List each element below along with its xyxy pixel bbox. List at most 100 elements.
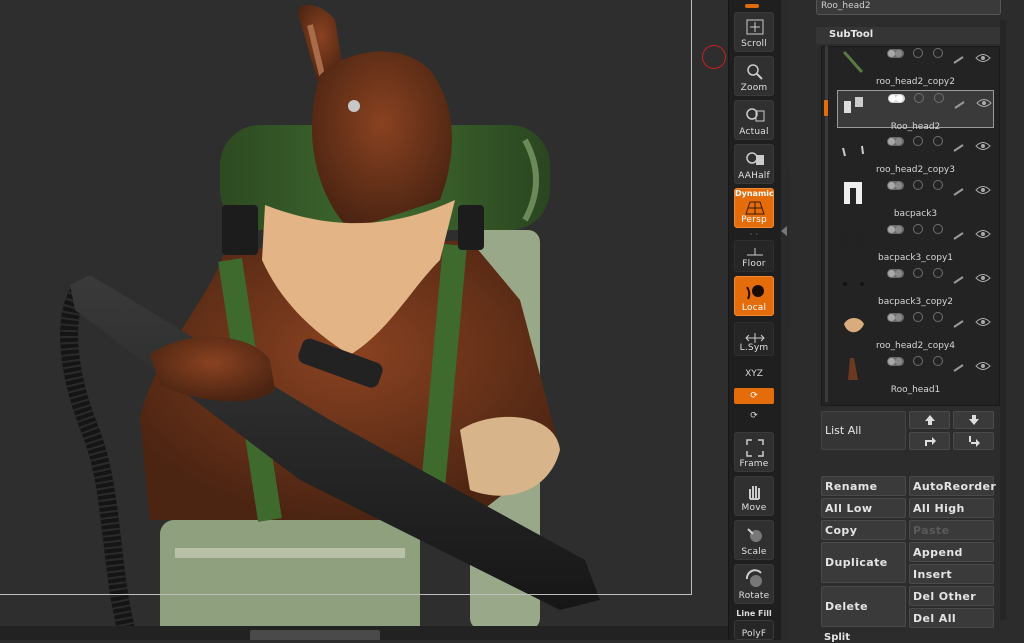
frame-button[interactable]: Frame [734,432,774,472]
all-low-label: All Low [825,502,873,515]
scroll-button[interactable]: Scroll [734,12,774,52]
subtool-ring-icon[interactable] [913,48,923,58]
local-button[interactable]: Local [734,276,774,316]
subtool-ring-icon[interactable] [913,356,923,366]
copy-button[interactable]: Copy [821,520,906,540]
eye-icon[interactable] [975,136,991,150]
paste-button[interactable]: Paste [909,520,994,540]
subtool-ring-icon[interactable] [914,93,924,103]
shelf-collapse-arrow-icon[interactable] [781,226,787,236]
subtool-item[interactable]: bacpack3_copy2 [837,266,994,307]
subtool-toggle-icon[interactable] [887,269,904,278]
del-other-button[interactable]: Del Other [909,586,994,606]
bottom-tab-handle[interactable] [250,630,380,640]
subtool-item[interactable]: roo_head2_copy2 [837,46,994,87]
del-all-button[interactable]: Del All [909,608,994,628]
arrow-turn-up-icon [925,437,936,446]
all-low-button[interactable]: All Low [821,498,906,518]
split-section-header[interactable]: Split [824,632,850,643]
subtool-item[interactable]: roo_head2_copy3 [837,134,994,175]
brush-icon[interactable] [953,357,965,372]
move-to-bottom-button[interactable] [953,432,994,450]
palette-scrollbar[interactable] [1000,20,1006,620]
subtool-dynamic-icon[interactable] [933,312,943,322]
polyf-button[interactable]: PolyF [734,620,774,640]
move-label: Move [741,503,767,513]
arrow-down-icon [969,415,979,425]
persp-button[interactable]: Dynamic Persp [734,188,774,228]
eye-icon[interactable] [975,356,991,370]
scale-button[interactable]: Scale [734,520,774,560]
brush-icon[interactable] [953,137,965,152]
canvas-viewport[interactable] [0,0,728,640]
eye-icon[interactable] [975,224,991,238]
insert-label: Insert [913,568,953,581]
subtool-controls [887,312,993,328]
subtool-toggle-icon[interactable] [887,313,904,322]
subtool-toggle-icon[interactable] [887,137,904,146]
copy-label: Copy [825,524,858,537]
subtool-dynamic-icon[interactable] [933,136,943,146]
subtool-dynamic-icon[interactable] [933,224,943,234]
brush-icon[interactable] [954,94,966,109]
autoreorder-button[interactable]: AutoReorder [909,476,996,496]
subtool-dynamic-icon[interactable] [934,93,944,103]
rotate-button[interactable]: Rotate [734,564,774,604]
xyz-button[interactable]: XYZ [734,366,774,382]
subtool-item-selected[interactable]: Roo_head2 [837,90,994,132]
subtool-toggle-icon[interactable] [887,49,904,58]
lsym-button[interactable]: L.Sym [734,322,774,356]
subtool-toggle-icon[interactable] [888,94,905,103]
subtool-toggle-icon[interactable] [887,225,904,234]
subtool-ring-icon[interactable] [913,268,923,278]
subtool-item[interactable]: bacpack3 [837,178,994,219]
delete-button[interactable]: Delete [821,586,906,627]
subtool-item[interactable]: bacpack3_copy1 [837,222,994,263]
list-all-button[interactable]: List All [821,411,906,450]
move-to-top-button[interactable] [909,432,950,450]
subtool-thumbnail [842,145,864,157]
move-button[interactable]: Move [734,476,774,516]
subtool-toggle-icon[interactable] [887,357,904,366]
subtool-header[interactable]: SubTool [816,27,1000,44]
shelf-scrollbar[interactable] [783,170,789,330]
brush-icon[interactable] [953,269,965,284]
eye-icon[interactable] [975,180,991,194]
subtool-dynamic-icon[interactable] [933,180,943,190]
brush-icon[interactable] [953,313,965,328]
brush-icon[interactable] [953,49,965,64]
aahalf-button[interactable]: AAHalf [734,144,774,184]
zoom-label: Zoom [740,83,768,93]
duplicate-button[interactable]: Duplicate [821,542,906,583]
eye-icon[interactable] [975,312,991,326]
insert-button[interactable]: Insert [909,564,994,584]
eye-icon[interactable] [975,268,991,282]
all-high-button[interactable]: All High [909,498,994,518]
subtool-dynamic-icon[interactable] [933,356,943,366]
subtool-list-scroll-thumb[interactable] [824,100,828,116]
z-axis-button[interactable]: ⟳ [734,408,774,424]
floor-button[interactable]: Floor [734,240,774,272]
rename-button[interactable]: Rename [821,476,906,496]
subtool-toggle-icon[interactable] [887,181,904,190]
move-down-button[interactable] [953,411,994,429]
subtool-ring-icon[interactable] [913,180,923,190]
subtool-item[interactable]: roo_head2_copy4 [837,310,994,351]
subtool-ring-icon[interactable] [913,312,923,322]
subtool-ring-icon[interactable] [913,224,923,234]
actual-button[interactable]: Actual [734,100,774,140]
y-axis-button[interactable]: ⟳ [734,388,774,404]
eye-icon[interactable] [976,93,992,107]
append-button[interactable]: Append [909,542,994,562]
subtool-item[interactable]: Roo_head1 [837,354,994,395]
local-label: Local [741,303,767,313]
brush-icon[interactable] [953,225,965,240]
subtool-ring-icon[interactable] [913,136,923,146]
zoom-button[interactable]: Zoom [734,56,774,96]
subtool-dynamic-icon[interactable] [933,48,943,58]
move-up-button[interactable] [909,411,950,429]
current-tool-slot[interactable]: Roo_head2 [816,0,1001,15]
brush-icon[interactable] [953,181,965,196]
eye-icon[interactable] [975,48,991,62]
subtool-dynamic-icon[interactable] [933,268,943,278]
